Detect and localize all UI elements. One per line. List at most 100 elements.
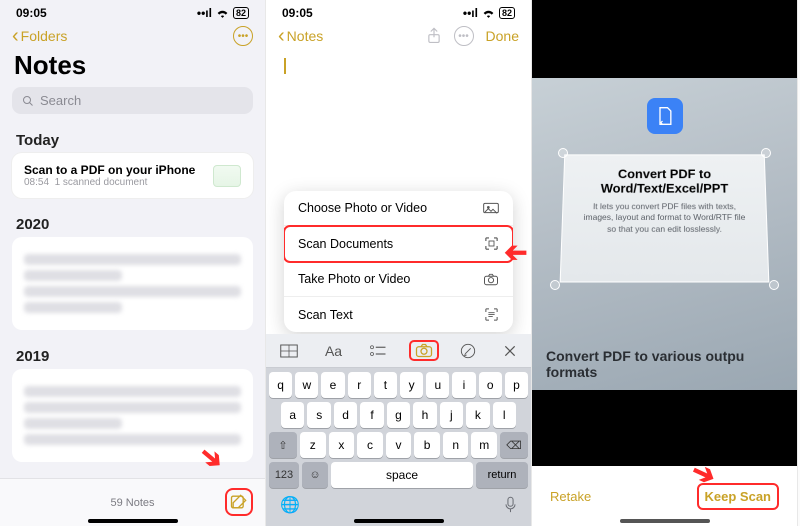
emoji-key[interactable]: ☺ [302, 462, 328, 488]
notes-list-screen: 09:05 ••ıl 82 Folders ••• Notes Search T… [0, 0, 266, 526]
menu-scan-text[interactable]: Scan Text [284, 297, 513, 332]
crop-handle-tl[interactable] [558, 148, 568, 158]
back-button[interactable]: Notes [278, 26, 323, 46]
key-j[interactable]: j [440, 402, 463, 428]
note-count: 59 Notes [110, 497, 154, 509]
section-today: Today [0, 124, 265, 153]
section-2020: 2020 [0, 208, 265, 237]
key-g[interactable]: g [387, 402, 410, 428]
menu-take-photo[interactable]: Take Photo or Video [284, 262, 513, 297]
pdf-app-icon [647, 98, 683, 134]
key-r[interactable]: r [348, 372, 371, 398]
return-key[interactable]: return [476, 462, 528, 488]
text-cursor[interactable] [284, 58, 286, 74]
key-c[interactable]: c [357, 432, 383, 458]
camera-icon [483, 273, 499, 286]
search-input[interactable]: Search [12, 87, 253, 114]
crop-overlay[interactable]: Convert PDF to Word/Text/Excel/PPT It le… [560, 154, 770, 282]
signal-icon: ••ıl [197, 6, 212, 20]
note-thumbnail-icon [213, 165, 241, 187]
key-p[interactable]: p [505, 372, 528, 398]
key-e[interactable]: e [321, 372, 344, 398]
photo-library-icon [483, 201, 499, 215]
key-z[interactable]: z [300, 432, 326, 458]
status-icons: ••ıl 82 [197, 6, 249, 20]
home-indicator[interactable] [88, 519, 178, 523]
space-key[interactable]: space [331, 462, 473, 488]
key-a[interactable]: a [281, 402, 304, 428]
doc-subheading: formats [546, 364, 597, 380]
retake-button[interactable]: Retake [550, 489, 591, 504]
key-i[interactable]: i [452, 372, 475, 398]
scan-document-icon [484, 236, 499, 251]
key-u[interactable]: u [426, 372, 449, 398]
key-k[interactable]: k [466, 402, 489, 428]
markup-tool-icon[interactable] [454, 340, 482, 362]
key-d[interactable]: d [334, 402, 357, 428]
crop-handle-br[interactable] [769, 280, 779, 290]
close-toolbar-icon[interactable] [497, 341, 523, 361]
home-indicator[interactable] [354, 519, 444, 523]
note-item[interactable]: Scan to a PDF on your iPhone 08:54 1 sca… [12, 153, 253, 198]
keyboard: Aa qwertyuiop asdfghjkl ⇧ zxcvbnm ⌫ [266, 334, 531, 526]
globe-key-icon[interactable]: 🌐 [280, 495, 300, 515]
key-h[interactable]: h [413, 402, 436, 428]
scan-preview[interactable]: Convert PDF to Word/Text/Excel/PPT It le… [532, 78, 797, 390]
page-title: Notes [0, 50, 265, 87]
keyboard-bottom: 🌐 [266, 492, 531, 515]
scan-footer: Retake Keep Scan [532, 466, 797, 526]
keyboard-toolbar: Aa [266, 334, 531, 368]
text-format-tool[interactable]: Aa [319, 340, 348, 362]
more-button[interactable]: ••• [454, 26, 474, 46]
key-w[interactable]: w [295, 372, 318, 398]
status-time: 09:05 [282, 6, 313, 20]
key-t[interactable]: t [374, 372, 397, 398]
note-editor-screen: 09:05 ••ıl 82 Notes ••• Done Choose Phot… [266, 0, 532, 526]
key-x[interactable]: x [329, 432, 355, 458]
back-button[interactable]: Folders [12, 26, 67, 46]
key-b[interactable]: b [414, 432, 440, 458]
search-icon [22, 95, 34, 107]
numbers-key[interactable]: 123 [269, 462, 299, 488]
note-item-blurred[interactable] [12, 237, 253, 330]
key-m[interactable]: m [471, 432, 497, 458]
key-q[interactable]: q [269, 372, 292, 398]
key-f[interactable]: f [360, 402, 383, 428]
key-s[interactable]: s [307, 402, 330, 428]
chevron-left-icon [278, 26, 285, 46]
key-l[interactable]: l [493, 402, 516, 428]
battery-icon: 82 [499, 7, 515, 19]
back-label: Notes [287, 28, 324, 44]
doc-subheading: Convert PDF to various outpu [546, 348, 744, 364]
backspace-key[interactable]: ⌫ [500, 432, 528, 458]
share-button[interactable] [426, 27, 442, 45]
wifi-icon [216, 8, 229, 18]
compose-button[interactable] [225, 488, 253, 516]
status-bar: 09:05 ••ıl 82 [266, 0, 531, 22]
camera-tool-button[interactable] [409, 340, 439, 361]
more-button[interactable]: ••• [233, 26, 253, 46]
dictation-key-icon[interactable] [504, 496, 517, 514]
done-button[interactable]: Done [486, 28, 519, 44]
key-v[interactable]: v [386, 432, 412, 458]
back-label: Folders [21, 28, 68, 44]
key-y[interactable]: y [400, 372, 423, 398]
crop-handle-tr[interactable] [761, 148, 771, 158]
table-tool-icon[interactable] [274, 341, 304, 361]
key-o[interactable]: o [479, 372, 502, 398]
crop-handle-bl[interactable] [550, 280, 560, 290]
shift-key[interactable]: ⇧ [269, 432, 297, 458]
menu-choose-photo[interactable]: Choose Photo or Video [284, 191, 513, 226]
nav-bar: Folders ••• [0, 22, 265, 50]
checklist-tool-icon[interactable] [363, 341, 393, 361]
chevron-left-icon [12, 26, 19, 46]
status-icons: ••ıl 82 [463, 6, 515, 20]
camera-menu-popup: Choose Photo or Video Scan Documents Tak… [284, 191, 513, 332]
menu-scan-documents[interactable]: Scan Documents [284, 226, 513, 262]
scan-review-screen: Convert PDF to Word/Text/Excel/PPT It le… [532, 0, 798, 526]
wifi-icon [482, 8, 495, 18]
key-n[interactable]: n [443, 432, 469, 458]
home-indicator[interactable] [620, 519, 710, 523]
scan-text-icon [484, 307, 499, 322]
note-subtitle: 08:54 1 scanned document [24, 177, 195, 188]
